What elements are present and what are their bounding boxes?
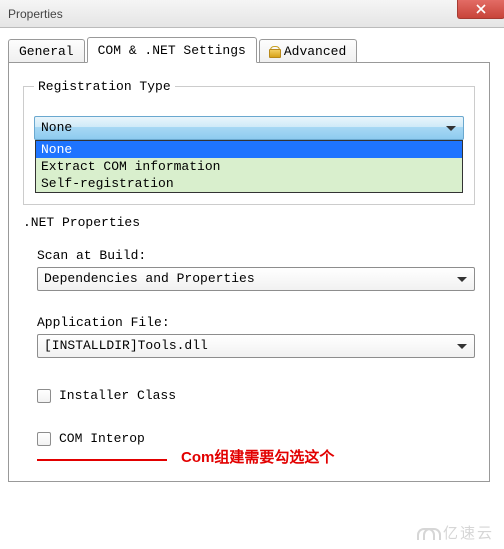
scan-at-build-combo[interactable]: Dependencies and Properties: [37, 267, 475, 291]
dropdown-option[interactable]: Self-registration: [36, 175, 462, 192]
registration-type-legend: Registration Type: [34, 79, 175, 94]
tab-advanced[interactable]: Advanced: [259, 39, 357, 63]
com-interop-row: COM Interop: [37, 431, 475, 446]
chevron-down-icon: [457, 344, 467, 349]
watermark-logo-icon: [417, 526, 437, 540]
annotation: Com组建需要勾选这个: [37, 446, 475, 467]
registration-type-value: None: [41, 120, 72, 135]
chevron-down-icon: [446, 126, 456, 131]
application-file-combo[interactable]: [INSTALLDIR]Tools.dll: [37, 334, 475, 358]
dropdown-option[interactable]: None: [36, 141, 462, 158]
installer-class-label: Installer Class: [59, 388, 176, 403]
watermark: 亿速云: [417, 522, 494, 543]
tab-advanced-label: Advanced: [284, 44, 346, 59]
titlebar: Properties: [0, 0, 504, 28]
scan-at-build-value: Dependencies and Properties: [44, 271, 255, 286]
annotation-underline: [37, 459, 167, 461]
lock-icon: [270, 46, 280, 58]
tab-general-label: General: [19, 44, 74, 59]
registration-type-dropdown: None Extract COM information Self-regist…: [35, 140, 463, 193]
tab-com-label: COM & .NET Settings: [98, 43, 246, 58]
chevron-down-icon: [457, 277, 467, 282]
installer-class-row: Installer Class: [37, 388, 475, 403]
tab-com-net-settings[interactable]: COM & .NET Settings: [87, 37, 257, 63]
annotation-text: Com组建需要勾选这个: [181, 446, 334, 467]
dialog-body: General COM & .NET Settings Advanced Reg…: [0, 28, 504, 482]
application-file-value: [INSTALLDIR]Tools.dll: [44, 338, 208, 353]
close-icon: [476, 4, 486, 14]
tab-panel: Registration Type None None Extract COM …: [8, 62, 490, 482]
installer-class-checkbox[interactable]: [37, 389, 51, 403]
window-title: Properties: [8, 7, 63, 21]
com-interop-label: COM Interop: [59, 431, 145, 446]
scan-at-build-label: Scan at Build:: [37, 248, 475, 263]
net-properties-heading: .NET Properties: [23, 215, 475, 230]
com-interop-checkbox[interactable]: [37, 432, 51, 446]
application-file-label: Application File:: [37, 315, 475, 330]
tab-general[interactable]: General: [8, 39, 85, 63]
registration-type-group: Registration Type None None Extract COM …: [23, 79, 475, 205]
tabstrip: General COM & .NET Settings Advanced: [8, 36, 504, 62]
dropdown-option[interactable]: Extract COM information: [36, 158, 462, 175]
registration-type-combo[interactable]: None None Extract COM information Self-r…: [34, 116, 464, 140]
watermark-text: 亿速云: [443, 522, 494, 543]
close-button[interactable]: [457, 0, 504, 19]
